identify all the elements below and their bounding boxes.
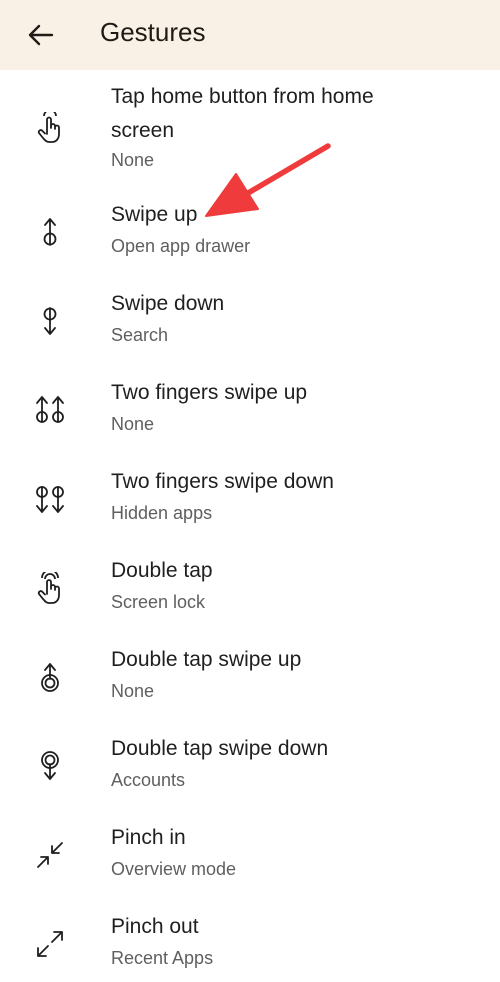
top-app-bar: Gestures — [0, 0, 500, 70]
list-item-double-tap[interactable]: Double tap Screen lock — [0, 554, 500, 624]
arrow-left-icon — [28, 24, 54, 46]
list-item-double-tap-swipe-down[interactable]: Double tap swipe down Accounts — [0, 732, 500, 802]
item-title: Two fingers swipe down — [111, 470, 334, 493]
item-subtitle: None — [111, 681, 155, 701]
item-subtitle: None — [111, 414, 155, 434]
two-finger-swipe-up-icon — [30, 390, 70, 430]
item-subtitle: Screen lock — [111, 592, 206, 612]
item-title: Tap home button from home screen — [111, 85, 374, 142]
list-item-swipe-up[interactable]: Swipe up Open app drawer — [0, 198, 500, 268]
item-title: Swipe up — [111, 203, 198, 226]
list-item-swipe-down[interactable]: Swipe down Search — [0, 287, 500, 357]
double-tap-swipe-up-icon — [30, 657, 70, 697]
swipe-down-icon — [30, 301, 70, 341]
pinch-out-icon — [30, 924, 70, 964]
list-item-tap-home-button[interactable]: Tap home button from home screen None — [0, 80, 500, 180]
pinch-in-icon — [30, 835, 70, 875]
item-title: Double tap — [111, 559, 213, 582]
item-title: Pinch in — [111, 826, 186, 849]
back-button[interactable] — [18, 13, 62, 57]
item-subtitle: Recent Apps — [111, 948, 214, 968]
item-title: Pinch out — [111, 915, 199, 938]
item-title: Two fingers swipe up — [111, 381, 308, 404]
list-item-pinch-in[interactable]: Pinch in Overview mode — [0, 821, 500, 891]
list-item-pinch-out[interactable]: Pinch out Recent Apps — [0, 910, 500, 980]
page-title: Gestures — [100, 17, 206, 47]
item-subtitle: Search — [111, 325, 169, 345]
item-subtitle: Open app drawer — [111, 236, 251, 256]
item-subtitle: Hidden apps — [111, 503, 213, 523]
list-item-double-tap-swipe-up[interactable]: Double tap swipe up None — [0, 643, 500, 713]
item-title: Swipe down — [111, 292, 225, 315]
tap-hand-icon — [30, 108, 70, 148]
two-finger-swipe-down-icon — [30, 479, 70, 519]
item-title: Double tap swipe up — [111, 648, 302, 671]
item-title: Double tap swipe down — [111, 737, 329, 760]
list-item-two-fingers-swipe-up[interactable]: Two fingers swipe up None — [0, 376, 500, 446]
item-subtitle: Overview mode — [111, 859, 237, 879]
double-tap-hand-icon — [30, 568, 70, 608]
swipe-up-icon — [30, 212, 70, 252]
list-item-two-fingers-swipe-down[interactable]: Two fingers swipe down Hidden apps — [0, 465, 500, 535]
item-subtitle: None — [111, 150, 155, 170]
gestures-screen: Gestures Tap home button from home scree… — [0, 0, 500, 982]
item-subtitle: Accounts — [111, 770, 186, 790]
double-tap-swipe-down-icon — [30, 746, 70, 786]
